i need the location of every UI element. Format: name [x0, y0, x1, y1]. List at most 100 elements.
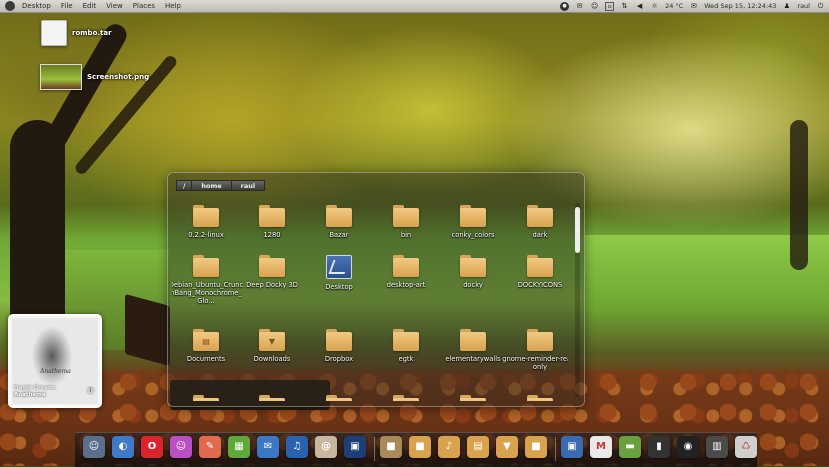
spreadsheet-dock-icon[interactable]: ▦ — [228, 436, 250, 458]
gimp-dock-icon[interactable]: ✎ — [199, 436, 221, 458]
wallpaper-tree-trunk — [790, 120, 808, 270]
stack-item[interactable]: ▼ Downloads — [239, 329, 305, 363]
monitor-dock-icon[interactable]: ▣ — [344, 436, 366, 458]
power-icon[interactable]: ⏻ — [816, 2, 825, 11]
stack-item-label: DOCKYICONS — [517, 281, 563, 289]
stack-item[interactable]: bin — [373, 205, 439, 239]
stack-item-label: desktop-art — [386, 281, 426, 289]
stack-item-label: docky — [463, 281, 483, 289]
folder-icon — [193, 205, 219, 227]
folder-dock-icon-1[interactable]: ■ — [380, 436, 402, 458]
volume-icon[interactable]: ◀ — [635, 2, 644, 11]
stack-item[interactable]: dark — [507, 205, 568, 239]
stack-item[interactable]: ▤ Documents — [173, 329, 239, 363]
messaging-icon[interactable]: ☺ — [590, 2, 599, 11]
network-icon[interactable]: ⇅ — [620, 2, 629, 11]
folder-icon — [259, 205, 285, 227]
folder-icon — [460, 329, 486, 351]
stack-item-label: Dropbox — [324, 355, 354, 363]
menu-help[interactable]: Help — [160, 0, 186, 12]
folder-dock-icon-6[interactable]: ■ — [525, 436, 547, 458]
stack-item[interactable]: elementarywalls — [440, 329, 506, 363]
folder-icon — [393, 255, 419, 277]
folder-icon — [393, 329, 419, 351]
username[interactable]: raul — [797, 2, 810, 10]
folder-dock-icon-3[interactable]: ♪ — [438, 436, 460, 458]
empathy-dock-icon[interactable]: ☺ — [170, 436, 192, 458]
menu-places[interactable]: Places — [128, 0, 160, 12]
folder-icon — [460, 395, 486, 401]
stack-item[interactable]: 0.2.2-linux — [173, 205, 239, 239]
weather-temperature[interactable]: 24 °C — [665, 2, 683, 10]
desktop-file-rombo[interactable]: rombo.tar — [41, 20, 112, 46]
music-info-button[interactable]: i — [86, 386, 95, 395]
trash-dock-icon[interactable]: ☺ — [83, 436, 105, 458]
folder-icon — [259, 255, 285, 277]
stack-scrollbar-thumb[interactable] — [575, 207, 580, 253]
stack-item[interactable]: DOCKYICONS — [507, 255, 568, 289]
folder-icon — [527, 329, 553, 351]
desktop-folder-icon — [326, 255, 352, 279]
folder-icon — [393, 205, 419, 227]
stack-item[interactable]: desktop-art — [373, 255, 439, 289]
system-monitor-dock-icon[interactable]: ▮ — [648, 436, 670, 458]
stack-item[interactable]: Bazar — [306, 205, 372, 239]
desktop-file-screenshot[interactable]: Screenshot.png — [40, 64, 149, 90]
mail-notification-icon[interactable]: ✉ — [689, 2, 698, 11]
stack-item-label: bin — [400, 231, 412, 239]
stack-item-partial[interactable] — [440, 395, 506, 401]
folder-icon — [527, 255, 553, 277]
folder-icon — [527, 395, 553, 401]
stack-item[interactable]: Dropbox — [306, 329, 372, 363]
stack-file-browser: / home raul 0.2.2-linux 1280 Bazar bin conky… — [167, 172, 585, 407]
breadcrumb-home[interactable]: home — [191, 180, 232, 191]
menu-view[interactable]: View — [101, 0, 128, 12]
album-art-caption: Anathema — [40, 368, 71, 375]
desktop-file-label: rombo.tar — [72, 29, 112, 37]
thunderbird-dock-icon[interactable]: ✉ — [257, 436, 279, 458]
folder-dock-icon-4[interactable]: ▤ — [467, 436, 489, 458]
stack-item-partial[interactable] — [173, 395, 239, 401]
stack-item[interactable]: docky — [440, 255, 506, 289]
chrome-dock-icon[interactable]: ◐ — [112, 436, 134, 458]
stack-scrollbar[interactable] — [575, 203, 580, 397]
folder-icon — [527, 205, 553, 227]
folder-dock-icon-2[interactable]: ■ — [409, 436, 431, 458]
mail-dock-icon[interactable]: @ — [315, 436, 337, 458]
mail-icon[interactable]: ✉ — [575, 2, 584, 11]
clock-dock-icon[interactable]: ◉ — [677, 436, 699, 458]
screen-icon[interactable]: ▫ — [605, 1, 615, 11]
wallpaper-bench — [125, 293, 170, 367]
opera-dock-icon[interactable]: O — [141, 436, 163, 458]
stack-item-partial[interactable] — [306, 395, 372, 401]
dropbox-icon[interactable]: ● — [560, 1, 570, 11]
clock[interactable]: Wed Sep 15, 12:24:43 — [704, 2, 776, 10]
stack-item-label: Bazar — [329, 231, 349, 239]
stack-item[interactable]: egtk — [373, 329, 439, 363]
menu-file[interactable]: File — [56, 0, 78, 12]
stack-item[interactable]: Debian_Ubuntu_CrunchBang_Monochrome_Glo.… — [172, 255, 243, 305]
desktop-file-label: Screenshot.png — [87, 73, 150, 81]
stack-item[interactable]: Desktop — [306, 255, 372, 291]
breadcrumb-raul[interactable]: raul — [230, 180, 266, 191]
stack-item[interactable]: Deep Docky 3D — [239, 255, 305, 289]
stack-item-partial[interactable] — [239, 395, 305, 401]
trash-can-dock-icon[interactable]: ♺ — [735, 436, 757, 458]
desktop-dock-icon[interactable]: ▣ — [561, 436, 583, 458]
photo-dock-icon[interactable]: ▬ — [619, 436, 641, 458]
music-player-widget[interactable]: Anathema Fragile Dreams Anathema i — [8, 314, 102, 408]
breadcrumb-root[interactable]: / — [176, 180, 193, 191]
menu-edit[interactable]: Edit — [78, 0, 102, 12]
folder-dock-icon-5[interactable]: ▼ — [496, 436, 518, 458]
stack-item-partial[interactable] — [373, 395, 439, 401]
stack-item[interactable]: 1280 — [239, 205, 305, 239]
stack-item[interactable]: gnome-reminder-read-only — [502, 329, 568, 371]
stack-item[interactable]: conky_colors — [440, 205, 506, 239]
stack-item-partial[interactable] — [507, 395, 568, 401]
workspace-dock-icon[interactable]: ▥ — [706, 436, 728, 458]
folder-icon — [326, 205, 352, 227]
ubuntu-logo-icon[interactable] — [5, 1, 15, 11]
gmail-dock-icon[interactable]: M — [590, 436, 612, 458]
music-player-dock-icon[interactable]: ♫ — [286, 436, 308, 458]
user-icon[interactable]: ♟ — [782, 2, 791, 11]
